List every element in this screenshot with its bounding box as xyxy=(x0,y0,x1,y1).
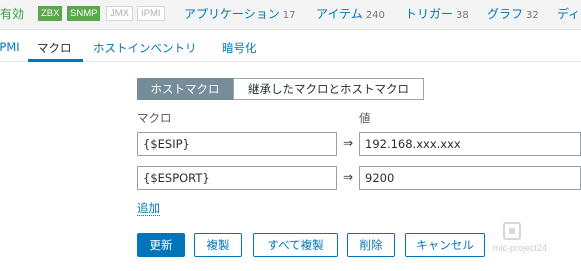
nav-discovery[interactable]: ディ xyxy=(557,5,580,22)
zbx-availability-badge: ZBX xyxy=(38,6,63,21)
tab-encryption[interactable]: 暗号化 xyxy=(222,40,257,56)
delete-button[interactable]: 削除 xyxy=(347,233,395,257)
host-enabled-status: 有効 xyxy=(0,7,25,21)
watermark-logo-icon xyxy=(503,222,521,240)
jmx-availability-badge: JMX xyxy=(106,6,133,21)
macro-name-field[interactable]: {$ESIP} xyxy=(137,132,337,156)
nav-triggers[interactable]: トリガー 38 xyxy=(405,5,469,22)
macro-column-label: マクロ xyxy=(137,111,172,125)
inherited-macros-toggle[interactable]: 継承したマクロとホストマクロ xyxy=(233,78,424,100)
macro-value-field[interactable]: 192.168.xxx.xxx xyxy=(359,132,581,156)
arrow-icon: ⇒ xyxy=(342,136,354,150)
tab-macros[interactable]: マクロ xyxy=(37,40,72,56)
tab-ipmi[interactable]: IPMI xyxy=(0,40,20,54)
macro-value-field[interactable]: 9200 xyxy=(359,166,581,190)
ipmi-availability-badge: IPMI xyxy=(137,6,165,21)
value-column-label: 値 xyxy=(359,111,371,125)
arrow-icon: ⇒ xyxy=(342,170,354,184)
cancel-button[interactable]: キャンセル xyxy=(405,233,485,257)
watermark-text: mic-project24 xyxy=(493,243,548,253)
nav-items[interactable]: アイテム 240 xyxy=(316,5,385,22)
add-macro-link[interactable]: 追加 xyxy=(137,202,160,216)
clone-button[interactable]: 複製 xyxy=(194,233,242,257)
host-macros-toggle[interactable]: ホストマクロ xyxy=(137,78,233,100)
snmp-availability-badge: SNMP xyxy=(67,6,101,21)
host-tabs: IPMI マクロ ホストインベントリ 暗号化 xyxy=(0,30,581,62)
host-header-bar: 有効 ZBX SNMP JMX IPMI アプリケーション 17 アイテム 240 … xyxy=(0,0,581,30)
macro-name-field[interactable]: {$ESPORT} xyxy=(137,166,337,190)
nav-applications[interactable]: アプリケーション 17 xyxy=(184,5,296,22)
full-clone-button[interactable]: すべて複製 xyxy=(253,233,338,257)
tab-inventory[interactable]: ホストインベントリ xyxy=(93,40,197,56)
update-button[interactable]: 更新 xyxy=(137,233,185,257)
active-tab-indicator xyxy=(28,59,83,62)
nav-graphs[interactable]: グラフ 32 xyxy=(487,5,539,22)
